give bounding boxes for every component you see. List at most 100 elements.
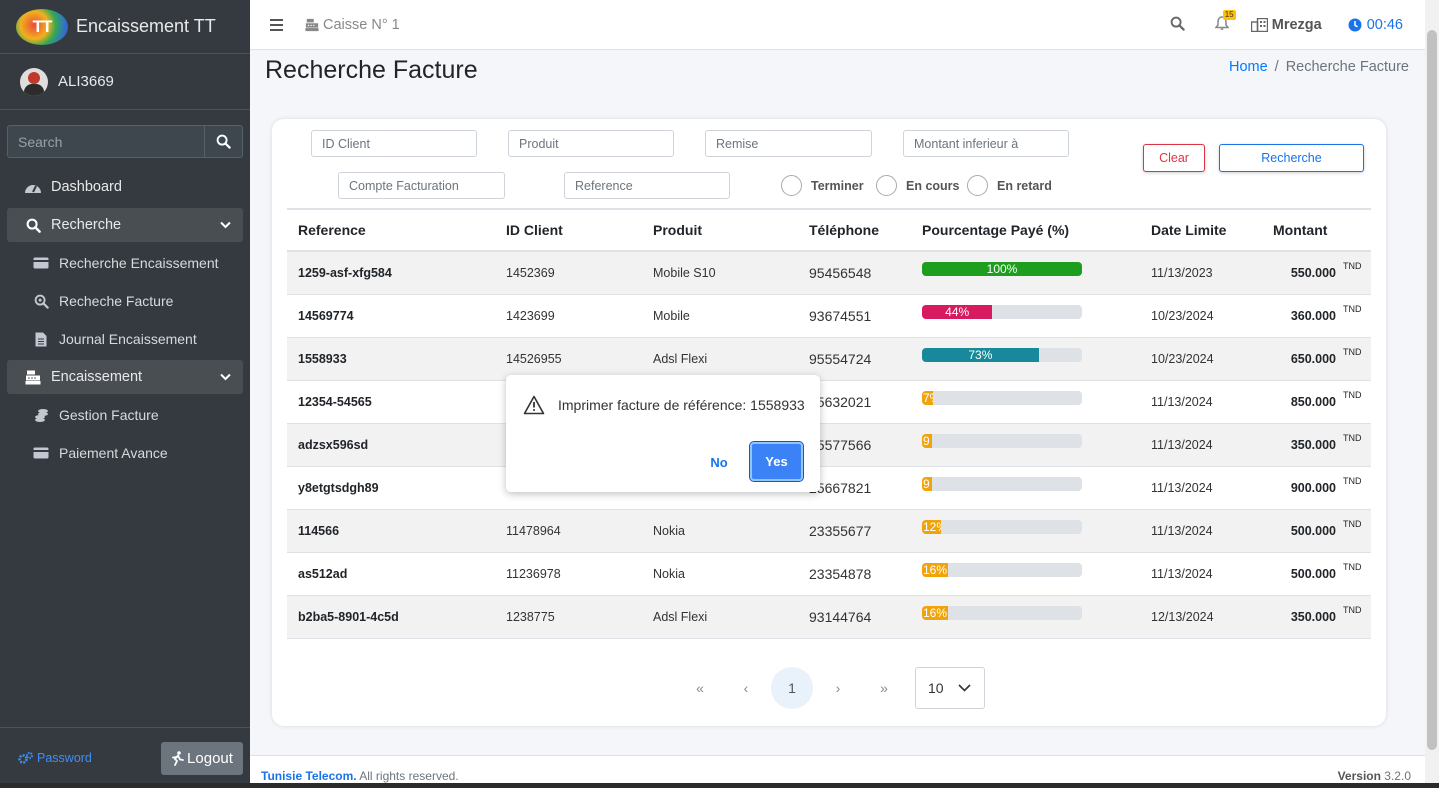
brand[interactable]: TT Encaissement TT bbox=[0, 0, 250, 54]
id-client-input[interactable] bbox=[311, 130, 477, 157]
table-row[interactable]: 14569774 1423699 Mobile 93674551 44% 10/23/20… bbox=[287, 294, 1371, 337]
recherche-button[interactable]: Recherche bbox=[1219, 144, 1364, 172]
radio-circle[interactable] bbox=[781, 175, 802, 196]
cell-reference: 114566 bbox=[298, 523, 340, 538]
currency-label: TND bbox=[1343, 303, 1362, 314]
table-row[interactable]: as512ad 11236978 Nokia 23354878 16% 11/13/202… bbox=[287, 552, 1371, 595]
sidebar-item-encaissement[interactable]: Encaissement bbox=[7, 360, 243, 394]
column-header[interactable]: Date Limite bbox=[1140, 208, 1262, 252]
table-row[interactable]: 12354-54565956320217%11/13/2024850.000TN… bbox=[287, 380, 1371, 423]
warning-icon bbox=[523, 395, 545, 418]
no-button[interactable]: No bbox=[702, 451, 736, 473]
cell-reference: b2ba5-8901-4c5d bbox=[298, 609, 399, 624]
column-header[interactable]: Téléphone bbox=[798, 208, 911, 252]
cell-id-client: 11478964 bbox=[506, 523, 561, 538]
table-row[interactable]: b2ba5-8901-4c5d 1238775 Adsl Flexi 93144764… bbox=[287, 595, 1371, 638]
sidebar-item-journal-encaissement[interactable]: Journal Encaissement bbox=[0, 320, 250, 358]
cell-telephone: 23355677 bbox=[809, 522, 872, 539]
cell-pourcentage: 16% bbox=[911, 595, 1140, 638]
yes-button[interactable]: Yes bbox=[749, 441, 804, 482]
montant-input[interactable] bbox=[903, 130, 1069, 157]
user-panel[interactable]: ALI3669 bbox=[0, 54, 250, 110]
progress-fill: 7% bbox=[922, 390, 934, 405]
sidebar-item-paiement-avance[interactable]: Paiement Avance bbox=[0, 434, 250, 472]
cell-reference: 14569774 bbox=[298, 308, 354, 323]
sidebar-item-recherche[interactable]: Recherche bbox=[7, 208, 243, 242]
sidebar-item-dashboard[interactable]: Dashboard bbox=[0, 168, 250, 206]
cash-register-icon bbox=[305, 18, 319, 31]
cell-montant: 350.000 TND bbox=[1262, 423, 1371, 466]
table-row[interactable]: y8etgtsdgh89 25667821 9 11/13/2024 900.000 TN… bbox=[287, 466, 1371, 509]
session-timer: 00:46 bbox=[1348, 17, 1403, 33]
page-scrollbar[interactable] bbox=[1425, 0, 1439, 788]
radio-terminer[interactable]: Terminer bbox=[781, 175, 864, 196]
sidebar-item-label: Recherche bbox=[51, 217, 122, 233]
first-page-button[interactable]: « bbox=[677, 667, 723, 709]
sidebar-item-recheche-facture[interactable]: Recheche Facture bbox=[0, 282, 250, 320]
topbar-right: 15 Mrezga 00:46 bbox=[1170, 0, 1403, 50]
cell-reference: 12354-54565 bbox=[298, 394, 372, 409]
column-header[interactable]: Reference bbox=[287, 208, 495, 252]
cell-produit: Adsl Flexi bbox=[653, 609, 708, 624]
breadcrumb-current: Recherche Facture bbox=[1285, 59, 1409, 75]
password-link[interactable]: Password bbox=[18, 751, 92, 765]
logout-button[interactable]: Logout bbox=[161, 741, 243, 775]
remise-input[interactable] bbox=[705, 130, 872, 157]
cell-pourcentage: 9 bbox=[911, 466, 1140, 509]
org-name: Mrezga bbox=[1271, 17, 1322, 33]
sidebar-item-label: Recheche Facture bbox=[59, 293, 174, 309]
compte-facturation-input[interactable] bbox=[338, 172, 505, 199]
currency-label: TND bbox=[1343, 518, 1362, 529]
column-header[interactable]: Montant bbox=[1262, 208, 1371, 252]
version-label: Version bbox=[1337, 769, 1381, 783]
file-icon bbox=[32, 332, 50, 347]
breadcrumb-home[interactable]: Home bbox=[1229, 59, 1268, 75]
radio-circle[interactable] bbox=[967, 175, 988, 196]
cell-produit: Nokia bbox=[653, 523, 685, 538]
version-info: Version 3.2.0 bbox=[1338, 769, 1411, 783]
montant-value: 900.000 bbox=[1290, 480, 1336, 495]
clear-button[interactable]: Clear bbox=[1143, 144, 1205, 172]
notification-count-badge: 15 bbox=[1222, 10, 1236, 20]
cell-montant: 550.000 TND bbox=[1262, 251, 1371, 294]
progress-bar: 44% bbox=[922, 304, 1082, 319]
radio-en-retard[interactable]: En retard bbox=[967, 175, 1052, 196]
next-page-button[interactable]: › bbox=[815, 667, 861, 709]
sidebar-search bbox=[7, 125, 243, 158]
table-row[interactable]: 1558933 14526955 Adsl Flexi 95554724 73% 10/2… bbox=[287, 337, 1371, 380]
search-card: Terminer En cours En retard Clear Recher… bbox=[272, 119, 1386, 726]
sidebar-search-input[interactable] bbox=[7, 125, 204, 158]
page-button-current[interactable]: 1 bbox=[771, 667, 813, 709]
scrollbar-thumb[interactable] bbox=[1427, 30, 1437, 750]
radio-circle[interactable] bbox=[876, 175, 897, 196]
user-name: ALI3669 bbox=[58, 73, 114, 90]
invoices-table: Reference ID Client Produit Téléphone Po… bbox=[287, 208, 1371, 639]
table-row[interactable]: 1259-asf-xfg584 1452369 Mobile S10 95456548… bbox=[287, 251, 1371, 294]
menu-toggle-icon[interactable] bbox=[270, 18, 283, 31]
radio-en-cours[interactable]: En cours bbox=[876, 175, 960, 196]
company-link[interactable]: Tunisie Telecom. bbox=[261, 769, 357, 783]
sidebar-item-recherche-encaissement[interactable]: Recherche Encaissement bbox=[0, 244, 250, 282]
table-row[interactable]: adzsx596sd 95577566 9 11/13/2024 350.000 TND bbox=[287, 423, 1371, 466]
table-row[interactable]: 114566 11478964 Nokia 23355677 12% 11/13/2024… bbox=[287, 509, 1371, 552]
reference-input[interactable] bbox=[564, 172, 730, 199]
sidebar-item-label: Gestion Facture bbox=[59, 407, 159, 423]
notifications-button[interactable]: 15 bbox=[1214, 10, 1236, 34]
table-header-row: Reference ID Client Produit Téléphone Po… bbox=[287, 208, 1371, 252]
column-header[interactable]: Pourcentage Payé (%) bbox=[911, 208, 1140, 252]
sidebar-item-gestion-facture[interactable]: Gestion Facture bbox=[0, 396, 250, 434]
last-page-button[interactable]: » bbox=[861, 667, 907, 709]
column-header[interactable]: Produit bbox=[642, 208, 798, 252]
search-icon[interactable] bbox=[1170, 16, 1185, 34]
cell-reference: y8etgtsdgh89 bbox=[298, 480, 379, 495]
montant-value: 650.000 bbox=[1290, 351, 1336, 366]
column-header[interactable]: ID Client bbox=[495, 208, 642, 252]
sidebar-search-button[interactable] bbox=[204, 125, 243, 158]
montant-value: 550.000 bbox=[1290, 265, 1336, 280]
prev-page-button[interactable]: ‹ bbox=[723, 667, 769, 709]
confirm-popover: Imprimer facture de référence: 1558933 N… bbox=[506, 375, 820, 492]
cash-register-icon bbox=[24, 370, 42, 385]
page-size-select[interactable]: 10 bbox=[915, 667, 985, 709]
produit-input[interactable] bbox=[508, 130, 674, 157]
building-icon bbox=[1250, 18, 1268, 32]
